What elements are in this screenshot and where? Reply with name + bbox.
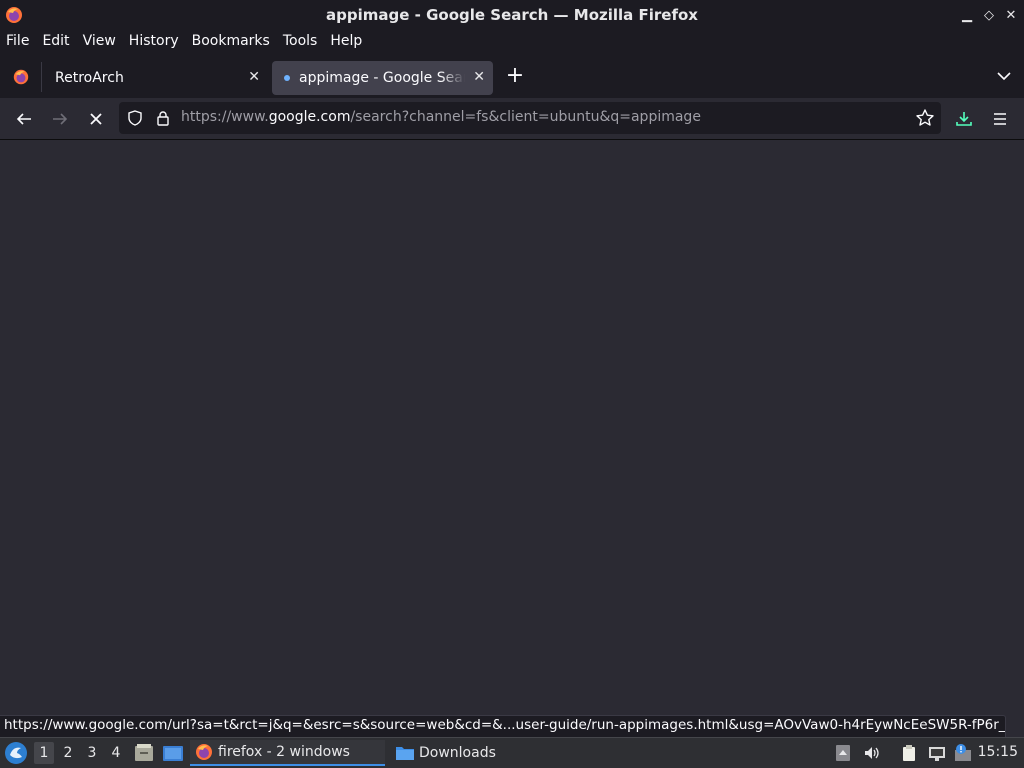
url-rest: /search?channel=fs&client=ubuntu&q=appim… — [350, 109, 701, 125]
firefox-icon — [6, 7, 22, 23]
taskbar-downloads[interactable]: Downloads — [392, 740, 552, 766]
bookmark-star-icon[interactable] — [915, 108, 935, 128]
lock-icon[interactable] — [155, 110, 171, 126]
close-window-button[interactable]: ✕ — [1004, 6, 1018, 24]
shield-icon[interactable] — [127, 110, 143, 126]
stop-button[interactable] — [84, 107, 108, 131]
arrow-left-icon — [16, 113, 31, 125]
clipboard-icon[interactable] — [900, 744, 918, 762]
taskbar-downloads-label: Downloads — [419, 745, 496, 761]
start-menu-icon[interactable] — [4, 741, 28, 765]
updates-icon[interactable] — [954, 744, 972, 762]
workspace-2[interactable]: 2 — [58, 742, 78, 764]
network-icon[interactable] — [928, 744, 946, 762]
tab-retroarch[interactable]: RetroArch ✕ — [44, 61, 268, 95]
url-bar[interactable]: https://www.google.com/search?channel=fs… — [119, 102, 941, 134]
menu-history[interactable]: History — [129, 33, 179, 49]
window-title: appimage - Google Search — Mozilla Firef… — [326, 6, 698, 24]
desktop-launcher-icon[interactable] — [162, 742, 184, 764]
tab-google-search[interactable]: appimage - Google Search ✕ — [272, 61, 493, 95]
menu-file[interactable]: File — [6, 33, 29, 49]
tray-up-arrow-icon[interactable] — [834, 744, 852, 762]
hamburger-menu-icon — [994, 113, 1006, 125]
status-link-preview: https://www.google.com/url?sa=t&rct=j&q=… — [0, 715, 1006, 737]
chevron-down-icon[interactable] — [996, 68, 1012, 84]
url-domain: google.com — [268, 109, 351, 125]
new-tab-button[interactable]: + — [504, 65, 526, 88]
close-tab-icon[interactable]: ✕ — [248, 69, 260, 85]
firefox-icon — [196, 744, 212, 760]
download-icon — [956, 112, 972, 126]
back-button[interactable] — [12, 107, 36, 131]
tab-bar: RetroArch ✕ appimage - Google Search ✕ + — [0, 52, 1024, 98]
workspace-3[interactable]: 3 — [82, 742, 102, 764]
downloads-button[interactable] — [952, 107, 976, 131]
workspace-4[interactable]: 4 — [106, 742, 126, 764]
menu-edit[interactable]: Edit — [42, 33, 69, 49]
app-menu-button[interactable] — [988, 107, 1012, 131]
folder-icon — [396, 747, 414, 760]
navigation-toolbar: https://www.google.com/search?channel=fs… — [0, 98, 1024, 140]
menu-view[interactable]: View — [83, 33, 116, 49]
clock: 15:15 — [977, 744, 1018, 760]
tab-label: RetroArch — [55, 70, 124, 86]
arrow-right-icon — [53, 113, 68, 125]
window-titlebar: appimage - Google Search — Mozilla Firef… — [0, 0, 1024, 30]
menu-tools[interactable]: Tools — [283, 33, 318, 49]
file-manager-launcher-icon[interactable] — [133, 742, 155, 764]
menu-help[interactable]: Help — [330, 33, 362, 49]
workspace-1[interactable]: 1 — [34, 742, 54, 764]
volume-icon[interactable] — [863, 744, 881, 762]
taskbar-firefox[interactable]: firefox - 2 windows — [190, 740, 385, 766]
url-prefix: https://www. — [181, 109, 269, 125]
system-taskbar: 1 2 3 4 firefox - 2 windows Downloads 15… — [0, 737, 1024, 768]
minimize-button[interactable]: ▁ — [960, 6, 974, 24]
loading-indicator-icon — [284, 75, 290, 81]
close-tab-icon[interactable]: ✕ — [473, 69, 485, 85]
taskbar-firefox-label: firefox - 2 windows — [218, 744, 350, 760]
maximize-button[interactable]: ◇ — [982, 6, 996, 24]
menu-bookmarks[interactable]: Bookmarks — [192, 33, 270, 49]
menu-bar: File Edit View History Bookmarks Tools H… — [0, 30, 1024, 52]
firefox-view-icon — [13, 69, 28, 85]
url-text[interactable]: https://www.google.com/search?channel=fs… — [181, 109, 701, 125]
stop-icon — [90, 113, 102, 125]
forward-button[interactable] — [48, 107, 72, 131]
firefox-view-button[interactable] — [0, 62, 42, 92]
page-content — [0, 140, 1024, 716]
tab-label: appimage - Google Search — [299, 70, 465, 86]
